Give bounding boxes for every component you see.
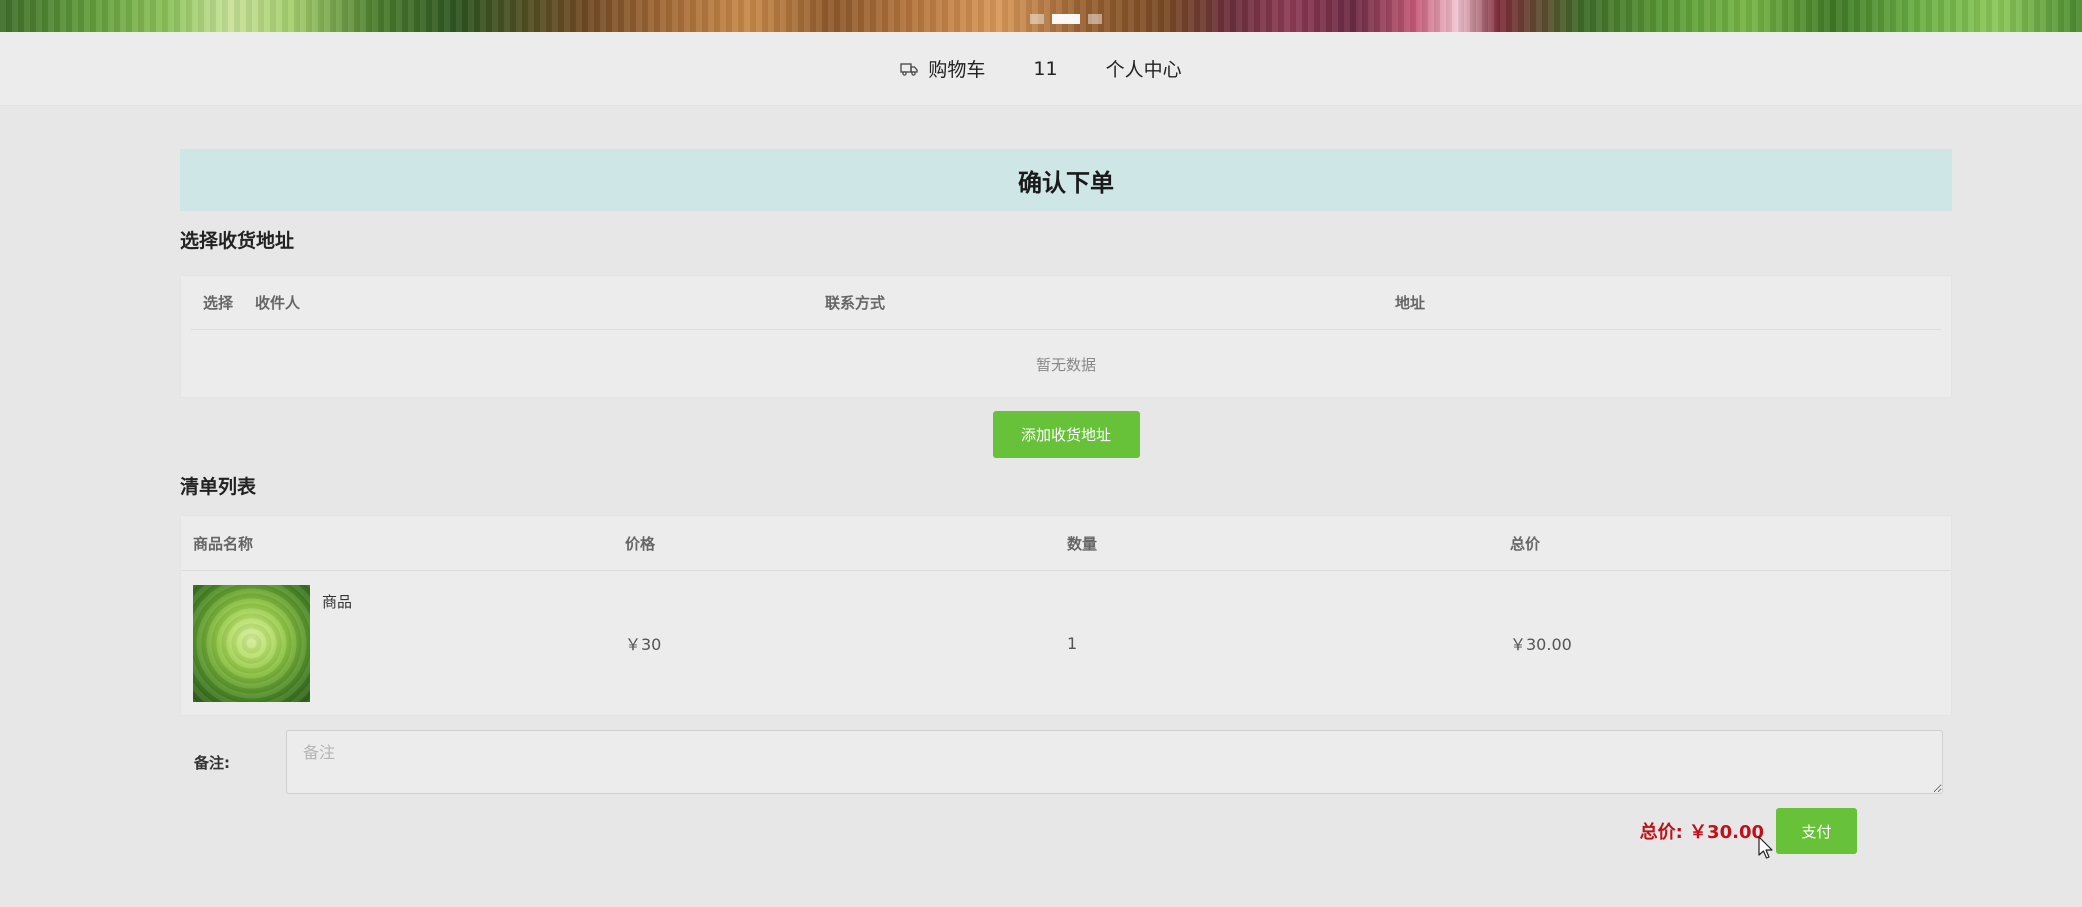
cabbage-image[interactable] — [193, 584, 310, 702]
order-total: 总价: ￥30.00 — [1639, 822, 1764, 843]
page-title-bar: 确认下单 — [180, 149, 1952, 211]
checkout-main: 确认下单 选择收货地址 选择 收件人 联系方式 地址 暂无数据 添加收货地址 清… — [180, 149, 1952, 854]
carousel-dot-3[interactable] — [1088, 14, 1102, 24]
col-contact: 联系方式 — [825, 294, 886, 312]
nav-cart-count[interactable]: 11 — [1033, 58, 1057, 80]
address-section-title: 选择收货地址 — [180, 230, 295, 252]
product-cell: 商品 — [193, 584, 625, 702]
carousel-dot-2[interactable] — [1052, 14, 1080, 24]
carousel-indicators — [1030, 14, 1102, 24]
col-quantity: 数量 — [1067, 534, 1098, 553]
product-name[interactable]: 商品 — [322, 591, 352, 612]
banner-carousel — [0, 0, 2082, 32]
product-quantity: 1 — [1067, 633, 1078, 653]
address-empty-text: 暂无数据 — [1035, 355, 1096, 374]
cart-count: 11 — [1033, 57, 1058, 80]
nav-profile-label: 个人中心 — [1105, 59, 1182, 81]
pay-button[interactable]: 支付 — [1776, 808, 1857, 854]
nav-cart[interactable]: 购物车 — [900, 55, 985, 82]
col-recipient: 收件人 — [255, 294, 301, 312]
order-list-header: 商品名称 价格 数量 总价 — [181, 516, 1951, 571]
order-list-title: 清单列表 — [180, 476, 257, 498]
order-list-table: 商品名称 价格 数量 总价 商品 ￥30 1 ￥30.00 — [180, 515, 1952, 716]
pay-row: 总价: ￥30.00 支付 — [180, 808, 1952, 854]
address-table-header: 选择 收件人 联系方式 地址 — [191, 276, 1941, 330]
col-total: 总价 — [1510, 534, 1541, 553]
mouse-cursor-icon — [1758, 836, 1773, 859]
address-table: 选择 收件人 联系方式 地址 暂无数据 — [180, 275, 1952, 398]
remark-textarea[interactable] — [286, 730, 1943, 794]
truck-icon — [900, 62, 919, 76]
product-price: ￥30 — [625, 635, 662, 654]
col-address: 地址 — [1395, 294, 1426, 312]
col-select: 选择 — [203, 294, 234, 312]
product-total: ￥30.00 — [1510, 635, 1572, 654]
top-nav: 购物车 11 个人中心 — [0, 32, 2082, 106]
remark-row: 备注: — [180, 730, 1952, 794]
table-row: 商品 ￥30 1 ￥30.00 — [181, 571, 1951, 715]
add-address-button[interactable]: 添加收货地址 — [992, 411, 1140, 458]
carousel-dot-1[interactable] — [1030, 14, 1044, 24]
col-price: 价格 — [625, 534, 656, 553]
nav-cart-label: 购物车 — [928, 59, 986, 81]
nav-profile[interactable]: 个人中心 — [1106, 55, 1182, 82]
remark-label: 备注: — [194, 753, 230, 772]
page-title: 确认下单 — [1018, 168, 1114, 197]
col-product-name: 商品名称 — [193, 534, 254, 553]
